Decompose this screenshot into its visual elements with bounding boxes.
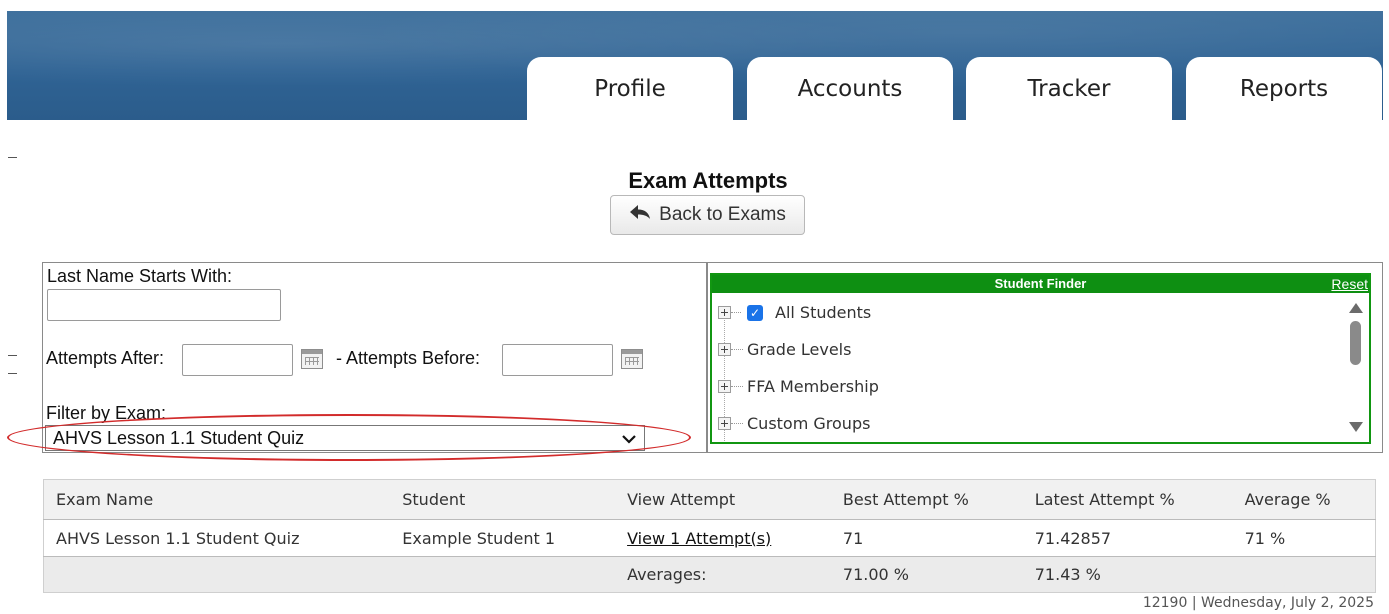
- finder-item-custom-groups[interactable]: Custom Groups: [718, 414, 870, 433]
- calendar-icon[interactable]: [621, 349, 643, 369]
- attempts-before-label: - Attempts Before:: [336, 348, 481, 368]
- expand-icon[interactable]: [718, 380, 731, 393]
- averages-latest: 71.43 %: [1022, 556, 1233, 593]
- back-to-exams-label: Back to Exams: [659, 204, 786, 225]
- cell-view-attempt: View 1 Attempt(s): [615, 519, 831, 557]
- back-to-exams-button[interactable]: Back to Exams: [610, 195, 805, 235]
- exam-select[interactable]: AHVS Lesson 1.1 Student Quiz: [45, 425, 645, 451]
- student-finder: Student Finder Reset ✓ All Students Grad…: [710, 273, 1371, 444]
- scrollbar-thumb[interactable]: [1350, 321, 1361, 365]
- cell-empty: [43, 556, 391, 593]
- last-name-label: Last Name Starts With:: [47, 266, 233, 286]
- side-marker: [8, 373, 17, 374]
- finder-item-label: Custom Groups: [747, 414, 871, 433]
- tab-accounts[interactable]: Accounts: [747, 57, 953, 121]
- results-table: Exam Name Student View Attempt Best Atte…: [43, 479, 1376, 593]
- column-header-average[interactable]: Average %: [1232, 479, 1376, 520]
- cell-exam-name: AHVS Lesson 1.1 Student Quiz: [43, 519, 391, 557]
- view-attempts-link[interactable]: View 1 Attempt(s): [627, 529, 771, 548]
- checkbox-checked-icon[interactable]: ✓: [747, 304, 763, 321]
- cell-average: 71 %: [1232, 519, 1376, 557]
- footer-status: 12190 | Wednesday, July 2, 2025: [1142, 595, 1374, 611]
- expand-icon[interactable]: [718, 417, 731, 430]
- table-header-row: Exam Name Student View Attempt Best Atte…: [43, 479, 1376, 520]
- cell-empty: [390, 556, 616, 593]
- finder-item-label: Grade Levels: [747, 340, 852, 359]
- column-header-exam-name[interactable]: Exam Name: [43, 479, 391, 520]
- attempts-after-label: Attempts After:: [46, 348, 165, 368]
- column-header-best-attempt[interactable]: Best Attempt %: [830, 479, 1023, 520]
- arrow-back-icon: [629, 204, 651, 226]
- side-marker: [8, 157, 17, 158]
- side-marker: [8, 355, 17, 356]
- column-header-latest-attempt[interactable]: Latest Attempt %: [1022, 479, 1233, 520]
- tree-connector: [731, 386, 743, 387]
- student-finder-title: Student Finder: [994, 276, 1087, 291]
- tree-connector: [731, 312, 741, 313]
- tab-reports[interactable]: Reports: [1186, 57, 1382, 121]
- chevron-down-icon: [622, 431, 636, 447]
- scroll-up-arrow-icon[interactable]: [1349, 303, 1363, 313]
- cell-student: Example Student 1: [390, 519, 616, 557]
- last-name-input[interactable]: [47, 289, 281, 321]
- cell-empty: [1232, 556, 1376, 593]
- tab-profile[interactable]: Profile: [527, 57, 733, 121]
- table-row: AHVS Lesson 1.1 Student Quiz Example Stu…: [43, 519, 1376, 557]
- expand-icon[interactable]: [718, 343, 731, 356]
- scroll-down-arrow-icon[interactable]: [1349, 422, 1363, 432]
- averages-best: 71.00 %: [830, 556, 1023, 593]
- finder-item-all-students[interactable]: ✓ All Students: [718, 303, 871, 322]
- page-title: Exam Attempts: [628, 168, 788, 193]
- cell-best-attempt: 71: [830, 519, 1023, 557]
- tree-connector: [731, 423, 743, 424]
- averages-row: Averages: 71.00 % 71.43 %: [43, 556, 1376, 593]
- finder-item-grade-levels[interactable]: Grade Levels: [718, 340, 851, 359]
- tree-connector: [731, 349, 743, 350]
- averages-label: Averages:: [615, 556, 831, 593]
- calendar-icon[interactable]: [301, 349, 323, 369]
- column-header-student[interactable]: Student: [390, 479, 616, 520]
- finder-item-label: All Students: [775, 303, 872, 322]
- reset-link[interactable]: Reset: [1331, 275, 1368, 293]
- attempts-before-input[interactable]: [502, 344, 613, 376]
- filter-by-exam-label: Filter by Exam:: [46, 403, 167, 423]
- student-finder-header: Student Finder Reset: [712, 275, 1369, 293]
- finder-item-label: FFA Membership: [747, 377, 879, 396]
- exam-select-value: AHVS Lesson 1.1 Student Quiz: [53, 427, 305, 448]
- expand-icon[interactable]: [718, 306, 731, 319]
- finder-item-ffa-membership[interactable]: FFA Membership: [718, 377, 879, 396]
- column-header-view-attempt[interactable]: View Attempt: [615, 479, 831, 520]
- cell-latest-attempt: 71.42857: [1022, 519, 1233, 557]
- attempts-after-input[interactable]: [182, 344, 293, 376]
- tab-tracker[interactable]: Tracker: [966, 57, 1172, 121]
